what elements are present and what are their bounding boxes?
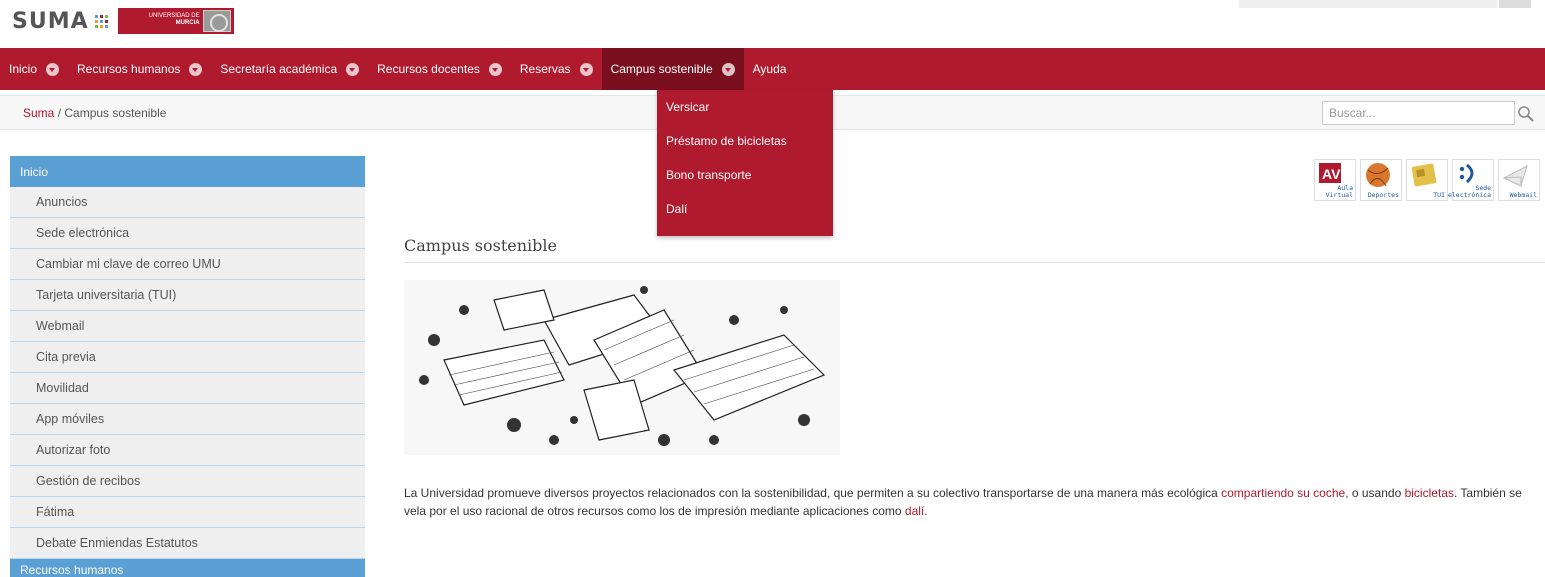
sidebar-item-tarjeta-universitaria[interactable]: Tarjeta universitaria (TUI) <box>10 280 365 311</box>
nav-label: Campus sostenible <box>610 62 713 76</box>
chevron-down-icon <box>721 62 735 76</box>
nav-item-campus-sostenible[interactable]: Campus sostenible <box>601 48 744 90</box>
link-compartiendo-coche[interactable]: compartiendo su coche <box>1221 486 1345 500</box>
nav-label: Inicio <box>9 62 38 76</box>
chevron-down-icon <box>346 62 360 76</box>
quicklink-label: Aula Virtual <box>1325 184 1353 199</box>
svg-text:AV: AV <box>1322 166 1341 182</box>
sidebar-item-anuncios[interactable]: Anuncios <box>10 187 365 218</box>
sidebar-item-autorizar-foto[interactable]: Autorizar foto <box>10 435 365 466</box>
dropdown-item-dali[interactable]: Dalí <box>657 192 833 226</box>
sidebar-item-fatima[interactable]: Fátima <box>10 497 365 528</box>
campus-sostenible-dropdown: Versicar Préstamo de bicicletas Bono tra… <box>657 90 833 236</box>
quicklink-label: Webmail <box>1509 191 1537 199</box>
top-right-button[interactable] <box>1499 0 1531 8</box>
breadcrumb-root-link[interactable]: Suma <box>23 106 54 120</box>
intro-text-2: , o usando <box>1345 486 1405 500</box>
quick-links: AV Aula Virtual Deportes TUI Sede electrón… <box>1314 159 1545 201</box>
page-title: Campus sostenible <box>404 236 557 255</box>
nav-item-reservas[interactable]: Reservas <box>511 48 602 90</box>
nav-item-recursos-docentes[interactable]: Recursos docentes <box>368 48 511 90</box>
logo-dot <box>99 14 103 18</box>
university-seal-icon <box>202 10 231 32</box>
quicklink-sede-electronica[interactable]: Sede electrónica <box>1448 159 1494 201</box>
top-right-bar <box>1239 0 1497 8</box>
badge-text: UNIVERSIDAD DE MURCIA <box>140 13 200 27</box>
university-badge[interactable]: UNIVERSIDAD DE MURCIA <box>117 8 234 34</box>
chevron-down-icon <box>579 62 593 76</box>
link-dali[interactable]: dalí <box>905 504 924 518</box>
quicklink-label: TUI <box>1433 191 1445 199</box>
nav-item-inicio[interactable]: Inicio <box>0 48 68 90</box>
dropdown-item-versicar[interactable]: Versicar <box>657 90 833 124</box>
sidebar-item-app-moviles[interactable]: App móviles <box>10 404 365 435</box>
campus-aerial-image <box>404 280 840 455</box>
quicklink-deportes[interactable]: Deportes <box>1360 159 1402 201</box>
main-nav: Inicio Recursos humanos Secretaría acadé… <box>0 48 1545 90</box>
nav-label: Recursos docentes <box>377 62 480 76</box>
sidebar-item-debate-enmiendas[interactable]: Debate Enmiendas Estatutos <box>10 528 365 559</box>
sidebar-item-sede-electronica[interactable]: Sede electrónica <box>10 218 365 249</box>
nav-item-secretaria-academica[interactable]: Secretaría académica <box>211 48 368 90</box>
nav-label: Secretaría académica <box>220 62 338 76</box>
breadcrumb: Suma / Campus sostenible <box>23 106 166 120</box>
suma-logo[interactable]: SUMA UNIVERSIDAD DE MURCIA <box>12 8 234 34</box>
chevron-down-icon <box>46 62 60 76</box>
search-input[interactable] <box>1322 101 1515 125</box>
logo-dot <box>94 24 98 28</box>
intro-text-4: . <box>924 504 928 518</box>
dropdown-item-prestamo-bicicletas[interactable]: Préstamo de bicicletas <box>657 124 833 158</box>
logo-dot <box>104 14 108 18</box>
nav-item-ayuda[interactable]: Ayuda <box>744 48 796 90</box>
intro-text-1: La Universidad promueve diversos proyect… <box>404 486 1222 500</box>
sidebar-header-inicio[interactable]: Inicio <box>10 156 365 187</box>
dropdown-item-bono-transporte[interactable]: Bono transporte <box>657 158 833 192</box>
intro-paragraph: La Universidad promueve diversos proyect… <box>404 484 1545 520</box>
logo-dot <box>94 14 98 18</box>
badge-line-2: MURCIA <box>175 20 200 26</box>
search-icon[interactable] <box>1517 105 1535 123</box>
quicklink-label: Sede electrónica <box>1447 184 1491 199</box>
quicklink-label: Deportes <box>1367 191 1399 199</box>
logo-dot <box>99 19 103 23</box>
nav-label: Ayuda <box>752 62 787 76</box>
logo-dots-icon <box>94 14 108 28</box>
nav-item-recursos-humanos[interactable]: Recursos humanos <box>68 48 211 90</box>
sidebar-item-cita-previa[interactable]: Cita previa <box>10 342 365 373</box>
quicklink-tui[interactable]: TUI <box>1406 159 1448 201</box>
breadcrumb-separator: / <box>54 106 65 120</box>
sidebar-header-recursos-humanos[interactable]: Recursos humanos <box>10 559 365 577</box>
breadcrumb-current: Campus sostenible <box>64 106 167 120</box>
badge-line-1: UNIVERSIDAD DE <box>148 13 200 19</box>
chevron-down-icon <box>189 62 203 76</box>
sidebar-item-cambiar-clave[interactable]: Cambiar mi clave de correo UMU <box>10 249 365 280</box>
chevron-down-icon <box>488 62 502 76</box>
title-divider <box>404 262 1545 263</box>
nav-label: Recursos humanos <box>77 62 181 76</box>
logo-dot <box>104 24 108 28</box>
logo-dot <box>94 19 98 23</box>
quicklink-webmail[interactable]: Webmail <box>1498 159 1540 201</box>
sidebar-item-webmail[interactable]: Webmail <box>10 311 365 342</box>
logo-dot <box>104 19 108 23</box>
link-bicicletas[interactable]: bicicletas <box>1405 486 1454 500</box>
sidebar: Inicio Anuncios Sede electrónica Cambiar… <box>10 156 365 577</box>
sidebar-item-gestion-recibos[interactable]: Gestión de recibos <box>10 466 365 497</box>
logo-dot <box>99 24 103 28</box>
logo-text: SUMA <box>12 8 89 34</box>
site-header: SUMA UNIVERSIDAD DE MURCIA <box>0 0 1545 48</box>
nav-label: Reservas <box>519 62 571 76</box>
quicklink-aula-virtual[interactable]: AV Aula Virtual <box>1314 159 1356 201</box>
sidebar-item-movilidad[interactable]: Movilidad <box>10 373 365 404</box>
